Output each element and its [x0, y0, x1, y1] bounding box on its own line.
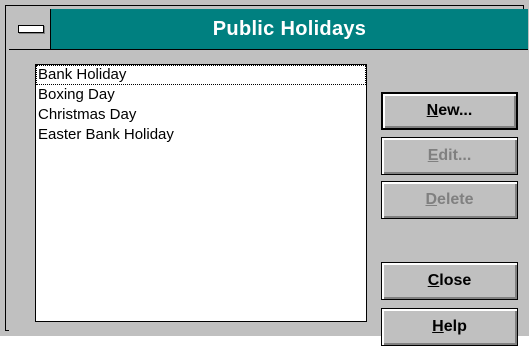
list-item[interactable]: Bank Holiday	[36, 65, 366, 85]
holidays-listbox[interactable]: Bank Holiday Boxing Day Christmas Day Ea…	[35, 64, 367, 322]
delete-button[interactable]: Delete	[381, 181, 518, 219]
new-button-label: ew...	[438, 102, 473, 119]
help-button-label: elp	[443, 318, 467, 335]
close-button-label: lose	[439, 272, 472, 289]
list-item-label: Boxing Day	[38, 86, 115, 103]
title-bar[interactable]: Public Holidays	[9, 9, 528, 50]
public-holidays-dialog: Public Holidays Bank Holiday Boxing Day …	[0, 0, 529, 346]
dialog-client-area: Bank Holiday Boxing Day Christmas Day Ea…	[9, 50, 528, 346]
system-menu-button[interactable]	[9, 9, 51, 49]
list-item[interactable]: Christmas Day	[36, 105, 366, 125]
close-button[interactable]: Close	[381, 262, 518, 300]
help-button[interactable]: Help	[381, 308, 518, 346]
delete-button-label: elete	[437, 191, 474, 208]
list-item[interactable]: Boxing Day	[36, 85, 366, 105]
list-item-label: Easter Bank Holiday	[38, 126, 174, 143]
system-menu-icon	[18, 25, 44, 33]
new-button-mnemonic: N	[426, 102, 439, 119]
help-button-mnemonic: H	[432, 318, 444, 335]
edit-button-label: dit...	[438, 147, 472, 164]
list-item[interactable]: Easter Bank Holiday	[36, 125, 366, 145]
list-item-label: Christmas Day	[38, 106, 137, 123]
new-button[interactable]: New...	[381, 92, 518, 130]
list-item-label: Bank Holiday	[38, 66, 127, 83]
edit-button-mnemonic: E	[427, 147, 439, 164]
window-title: Public Holidays	[212, 18, 367, 40]
close-button-mnemonic: C	[427, 272, 440, 289]
edit-button[interactable]: Edit...	[381, 137, 518, 175]
delete-button-mnemonic: D	[425, 191, 438, 208]
